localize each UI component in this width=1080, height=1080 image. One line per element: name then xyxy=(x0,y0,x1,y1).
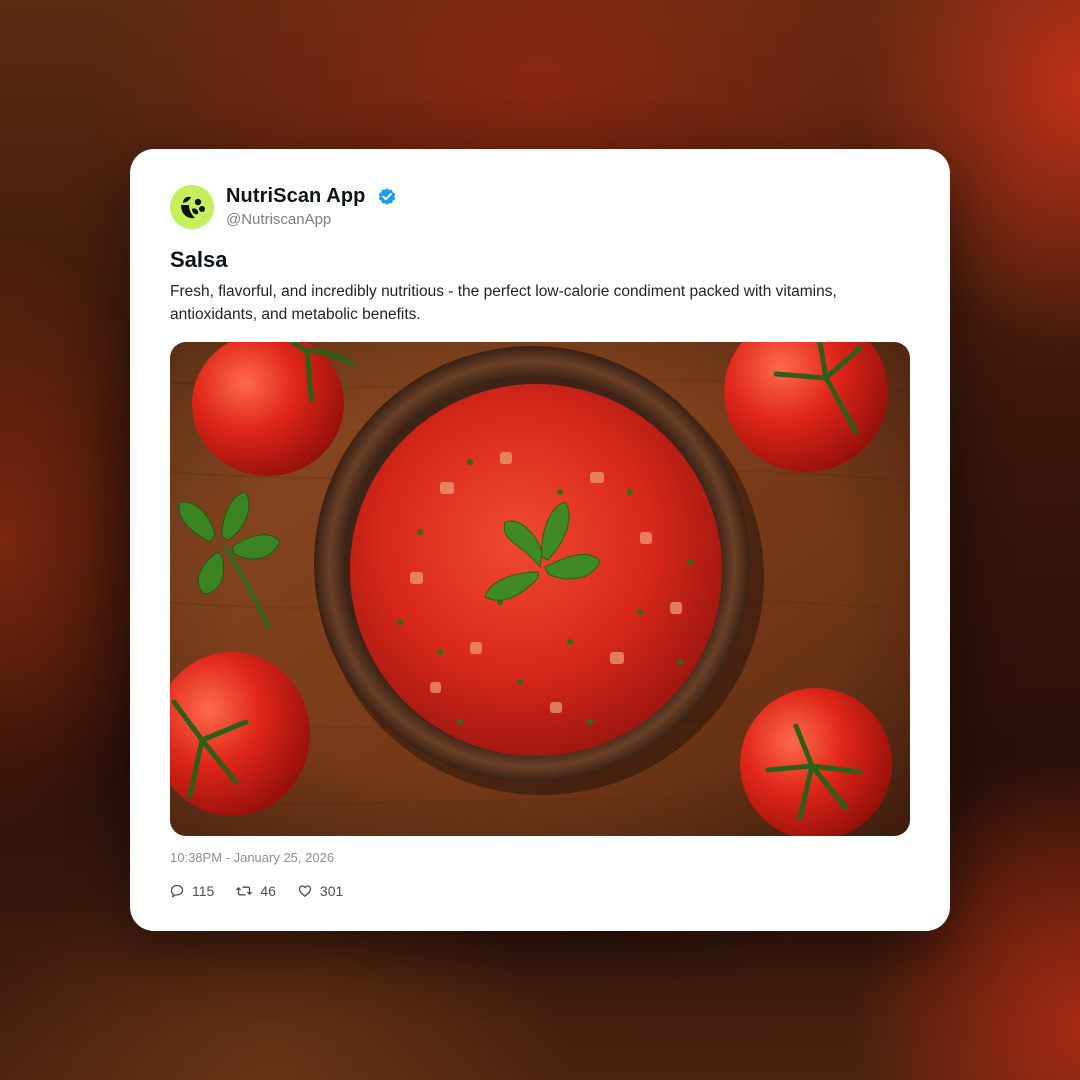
engagement-bar: 115 46 301 xyxy=(170,881,343,901)
salsa-bowl-photo xyxy=(170,342,910,836)
avatar[interactable] xyxy=(170,185,214,229)
post-card: NutriScan App @NutriscanApp Salsa Fresh,… xyxy=(130,149,950,931)
like-count: 301 xyxy=(319,883,344,899)
reply-count: 115 xyxy=(192,883,215,899)
post-body: Fresh, flavorful, and incredibly nutriti… xyxy=(170,283,837,323)
post-image[interactable] xyxy=(170,342,910,836)
verified-badge-icon xyxy=(378,188,396,205)
leaf-logo-icon xyxy=(170,185,214,229)
repost-button[interactable]: 46 xyxy=(236,883,276,899)
comment-icon xyxy=(170,884,184,898)
like-button[interactable]: 301 xyxy=(298,883,343,899)
repost-count: 46 xyxy=(260,883,276,899)
reply-button[interactable]: 115 xyxy=(170,883,214,899)
heart-icon xyxy=(298,885,312,897)
repost-icon xyxy=(236,886,253,896)
post-timestamp[interactable]: 10:38PM - January 25, 2026 xyxy=(170,850,334,865)
post-title: Salsa xyxy=(170,247,228,272)
display-name[interactable]: NutriScan App xyxy=(226,185,365,208)
account-handle[interactable]: @NutriscanApp xyxy=(226,211,331,228)
